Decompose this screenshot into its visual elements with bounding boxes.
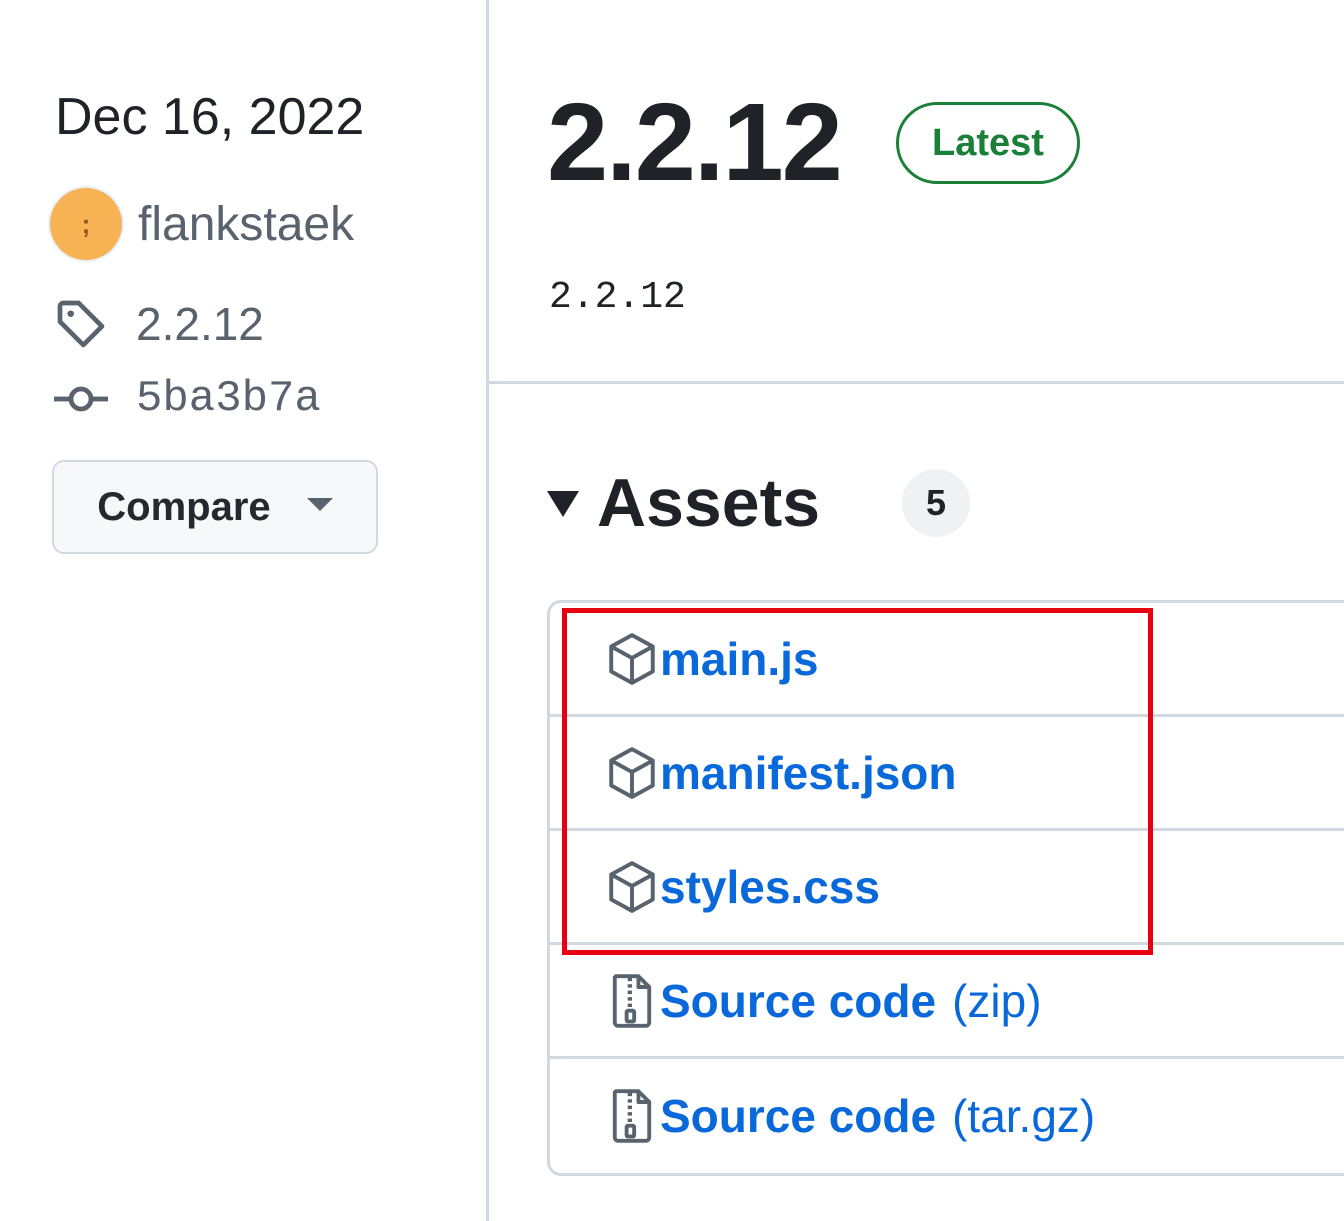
release-card: 2.2.12 Latest 2.2.12 Assets 5 main.js ma…	[486, 0, 1344, 1221]
file-zip-icon	[606, 1088, 658, 1144]
release-date: Dec 16, 2022	[55, 88, 365, 146]
release-notes-text: 2.2.12	[549, 276, 686, 319]
compare-button[interactable]: Compare	[52, 460, 378, 554]
asset-row: manifest.json	[550, 717, 1344, 831]
file-zip-icon	[606, 973, 658, 1029]
header-divider	[489, 381, 1344, 384]
package-icon	[606, 745, 658, 801]
commit-link[interactable]: 5ba3b7a	[50, 367, 321, 431]
source-code-targz-link[interactable]: Source code	[660, 1089, 936, 1143]
assets-list: main.js manifest.json styles.css Source …	[547, 600, 1344, 1176]
triangle-down-icon	[547, 487, 579, 519]
tag-link[interactable]: 2.2.12	[50, 292, 264, 356]
latest-badge: Latest	[896, 102, 1080, 184]
compare-label: Compare	[97, 484, 271, 529]
triangle-down-icon	[306, 497, 333, 517]
assets-toggle[interactable]: Assets 5	[547, 458, 971, 548]
source-code-format[interactable]: (tar.gz)	[952, 1089, 1095, 1143]
commit-sha[interactable]: 5ba3b7a	[136, 374, 321, 424]
assets-title: Assets	[597, 465, 821, 541]
asset-row: Source code (zip)	[550, 945, 1344, 1059]
asset-row: styles.css	[550, 831, 1344, 945]
author-link[interactable]: ; flankstaek	[50, 186, 354, 262]
asset-link-main-js[interactable]: main.js	[660, 632, 819, 686]
asset-row: main.js	[550, 603, 1344, 717]
git-commit-icon	[50, 368, 112, 430]
asset-link-styles-css[interactable]: styles.css	[660, 860, 880, 914]
package-icon	[606, 631, 658, 687]
assets-count-badge: 5	[902, 469, 971, 537]
source-code-format[interactable]: (zip)	[952, 974, 1041, 1028]
tag-name[interactable]: 2.2.12	[136, 297, 264, 351]
package-icon	[606, 859, 658, 915]
release-title[interactable]: 2.2.12	[547, 78, 843, 208]
asset-link-manifest-json[interactable]: manifest.json	[660, 746, 957, 800]
release-sidebar: Dec 16, 2022 ; flankstaek 2.2.12 5ba3b7a…	[0, 0, 486, 1221]
asset-row: Source code (tar.gz)	[550, 1059, 1344, 1173]
avatar[interactable]: ;	[50, 188, 122, 260]
source-code-zip-link[interactable]: Source code	[660, 974, 936, 1028]
avatar-glyph: ;	[81, 208, 91, 239]
author-name[interactable]: flankstaek	[138, 197, 354, 252]
tag-icon	[50, 293, 112, 355]
